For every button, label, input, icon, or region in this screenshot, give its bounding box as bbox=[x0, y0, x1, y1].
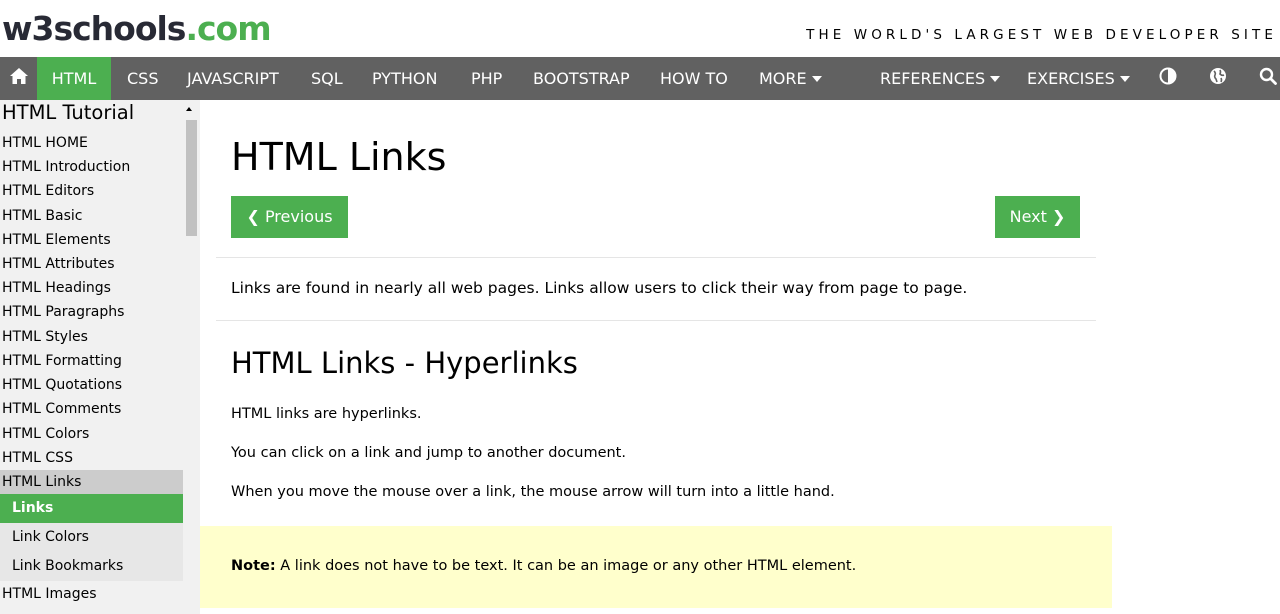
previous-button[interactable]: ❮ Previous bbox=[231, 196, 348, 238]
sidebar-item-html-colors[interactable]: HTML Colors bbox=[0, 422, 183, 446]
sidebar-subitem-link-bookmarks[interactable]: Link Bookmarks bbox=[0, 552, 183, 581]
contrast-icon bbox=[1159, 67, 1177, 90]
sidebar-item-html-styles[interactable]: HTML Styles bbox=[0, 325, 183, 349]
sidebar-item-html-editors[interactable]: HTML Editors bbox=[0, 179, 183, 203]
sidebar-item-html-quotations[interactable]: HTML Quotations bbox=[0, 373, 183, 397]
note-body: A link does not have to be text. It can … bbox=[280, 558, 857, 574]
paragraph: You can click on a link and jump to anot… bbox=[231, 445, 626, 461]
next-button[interactable]: Next ❯ bbox=[995, 196, 1080, 238]
note-text: Note: A link does not have to be text. I… bbox=[231, 558, 856, 574]
logo-dotcom: .com bbox=[185, 9, 271, 48]
paragraph: When you move the mouse over a link, the… bbox=[231, 484, 835, 500]
sidebar-item-html-css[interactable]: HTML CSS bbox=[0, 446, 183, 470]
caret-down-icon bbox=[990, 76, 1001, 82]
theme-toggle-button[interactable] bbox=[1155, 57, 1181, 100]
sidebar-item-html-elements[interactable]: HTML Elements bbox=[0, 228, 183, 252]
nav-references-label: REFERENCES bbox=[880, 69, 986, 88]
sidebar-item-html-links[interactable]: HTML Links bbox=[0, 470, 183, 494]
divider bbox=[216, 320, 1096, 321]
nav-python[interactable]: PYTHON bbox=[372, 57, 437, 100]
nav-sql[interactable]: SQL bbox=[311, 57, 343, 100]
caret-down-icon bbox=[1119, 76, 1130, 82]
search-icon bbox=[1259, 67, 1277, 90]
paragraph: HTML links are hyperlinks. bbox=[231, 406, 422, 422]
home-button[interactable] bbox=[0, 57, 37, 100]
page-title: HTML Links bbox=[231, 135, 447, 179]
nav-exercises-label: EXERCISES bbox=[1027, 69, 1115, 88]
caret-down-icon bbox=[811, 76, 822, 82]
note-label: Note: bbox=[231, 558, 276, 574]
sidebar-title: HTML Tutorial bbox=[2, 101, 135, 124]
sidebar-item-html-basic[interactable]: HTML Basic bbox=[0, 204, 183, 228]
search-button[interactable] bbox=[1256, 57, 1280, 100]
home-icon bbox=[9, 67, 29, 90]
nav-references[interactable]: REFERENCES bbox=[880, 57, 1001, 100]
nav-more[interactable]: MORE bbox=[759, 57, 822, 100]
next-label: Next bbox=[1009, 207, 1047, 226]
translate-button[interactable] bbox=[1205, 57, 1231, 100]
top-nav: HTML CSS JAVASCRIPT SQL PYTHON PHP BOOTS… bbox=[0, 57, 1280, 100]
sidebar-item-html-home[interactable]: HTML HOME bbox=[0, 131, 183, 155]
nav-css[interactable]: CSS bbox=[127, 57, 158, 100]
nav-bootstrap[interactable]: BOOTSTRAP bbox=[533, 57, 630, 100]
note-box: Note: A link does not have to be text. I… bbox=[200, 526, 1112, 608]
logo-main: w3schools bbox=[2, 9, 186, 48]
scroll-up-arrow-icon[interactable] bbox=[186, 107, 192, 111]
sidebar-scrollbar-thumb[interactable] bbox=[186, 120, 197, 236]
section-title: HTML Links - Hyperlinks bbox=[231, 346, 578, 380]
sidebar-item-html-formatting[interactable]: HTML Formatting bbox=[0, 349, 183, 373]
nav-html[interactable]: HTML bbox=[37, 57, 111, 100]
sidebar-item-html-images[interactable]: HTML Images bbox=[0, 582, 183, 606]
sidebar: HTML Tutorial HTML HOME HTML Introductio… bbox=[0, 100, 200, 614]
sidebar-item-html-introduction[interactable]: HTML Introduction bbox=[0, 155, 183, 179]
chevron-left-icon: ❮ bbox=[246, 207, 260, 226]
previous-label: Previous bbox=[264, 207, 333, 226]
right-ad-area bbox=[1112, 100, 1280, 614]
site-tagline: THE WORLD'S LARGEST WEB DEVELOPER SITE bbox=[806, 27, 1277, 43]
main-content: HTML Links ❮ Previous Next ❯ Links are f… bbox=[200, 100, 1112, 614]
nav-php[interactable]: PHP bbox=[471, 57, 502, 100]
nav-javascript[interactable]: JAVASCRIPT bbox=[187, 57, 279, 100]
sidebar-subitem-links[interactable]: Links bbox=[0, 494, 183, 523]
nav-more-label: MORE bbox=[759, 69, 807, 88]
sidebar-subitem-link-colors[interactable]: Link Colors bbox=[0, 523, 183, 552]
nav-how-to[interactable]: HOW TO bbox=[660, 57, 728, 100]
intro-paragraph: Links are found in nearly all web pages.… bbox=[231, 279, 968, 297]
nav-exercises[interactable]: EXERCISES bbox=[1027, 57, 1130, 100]
site-header: w3schools.com THE WORLD'S LARGEST WEB DE… bbox=[0, 0, 1280, 57]
sidebar-item-html-comments[interactable]: HTML Comments bbox=[0, 397, 183, 421]
sidebar-item-html-headings[interactable]: HTML Headings bbox=[0, 276, 183, 300]
sidebar-item-html-paragraphs[interactable]: HTML Paragraphs bbox=[0, 300, 183, 324]
globe-icon bbox=[1209, 67, 1227, 90]
w3schools-logo[interactable]: w3schools.com bbox=[2, 9, 272, 48]
sidebar-item-html-attributes[interactable]: HTML Attributes bbox=[0, 252, 183, 276]
chevron-right-icon: ❯ bbox=[1051, 207, 1066, 226]
divider bbox=[216, 257, 1096, 258]
